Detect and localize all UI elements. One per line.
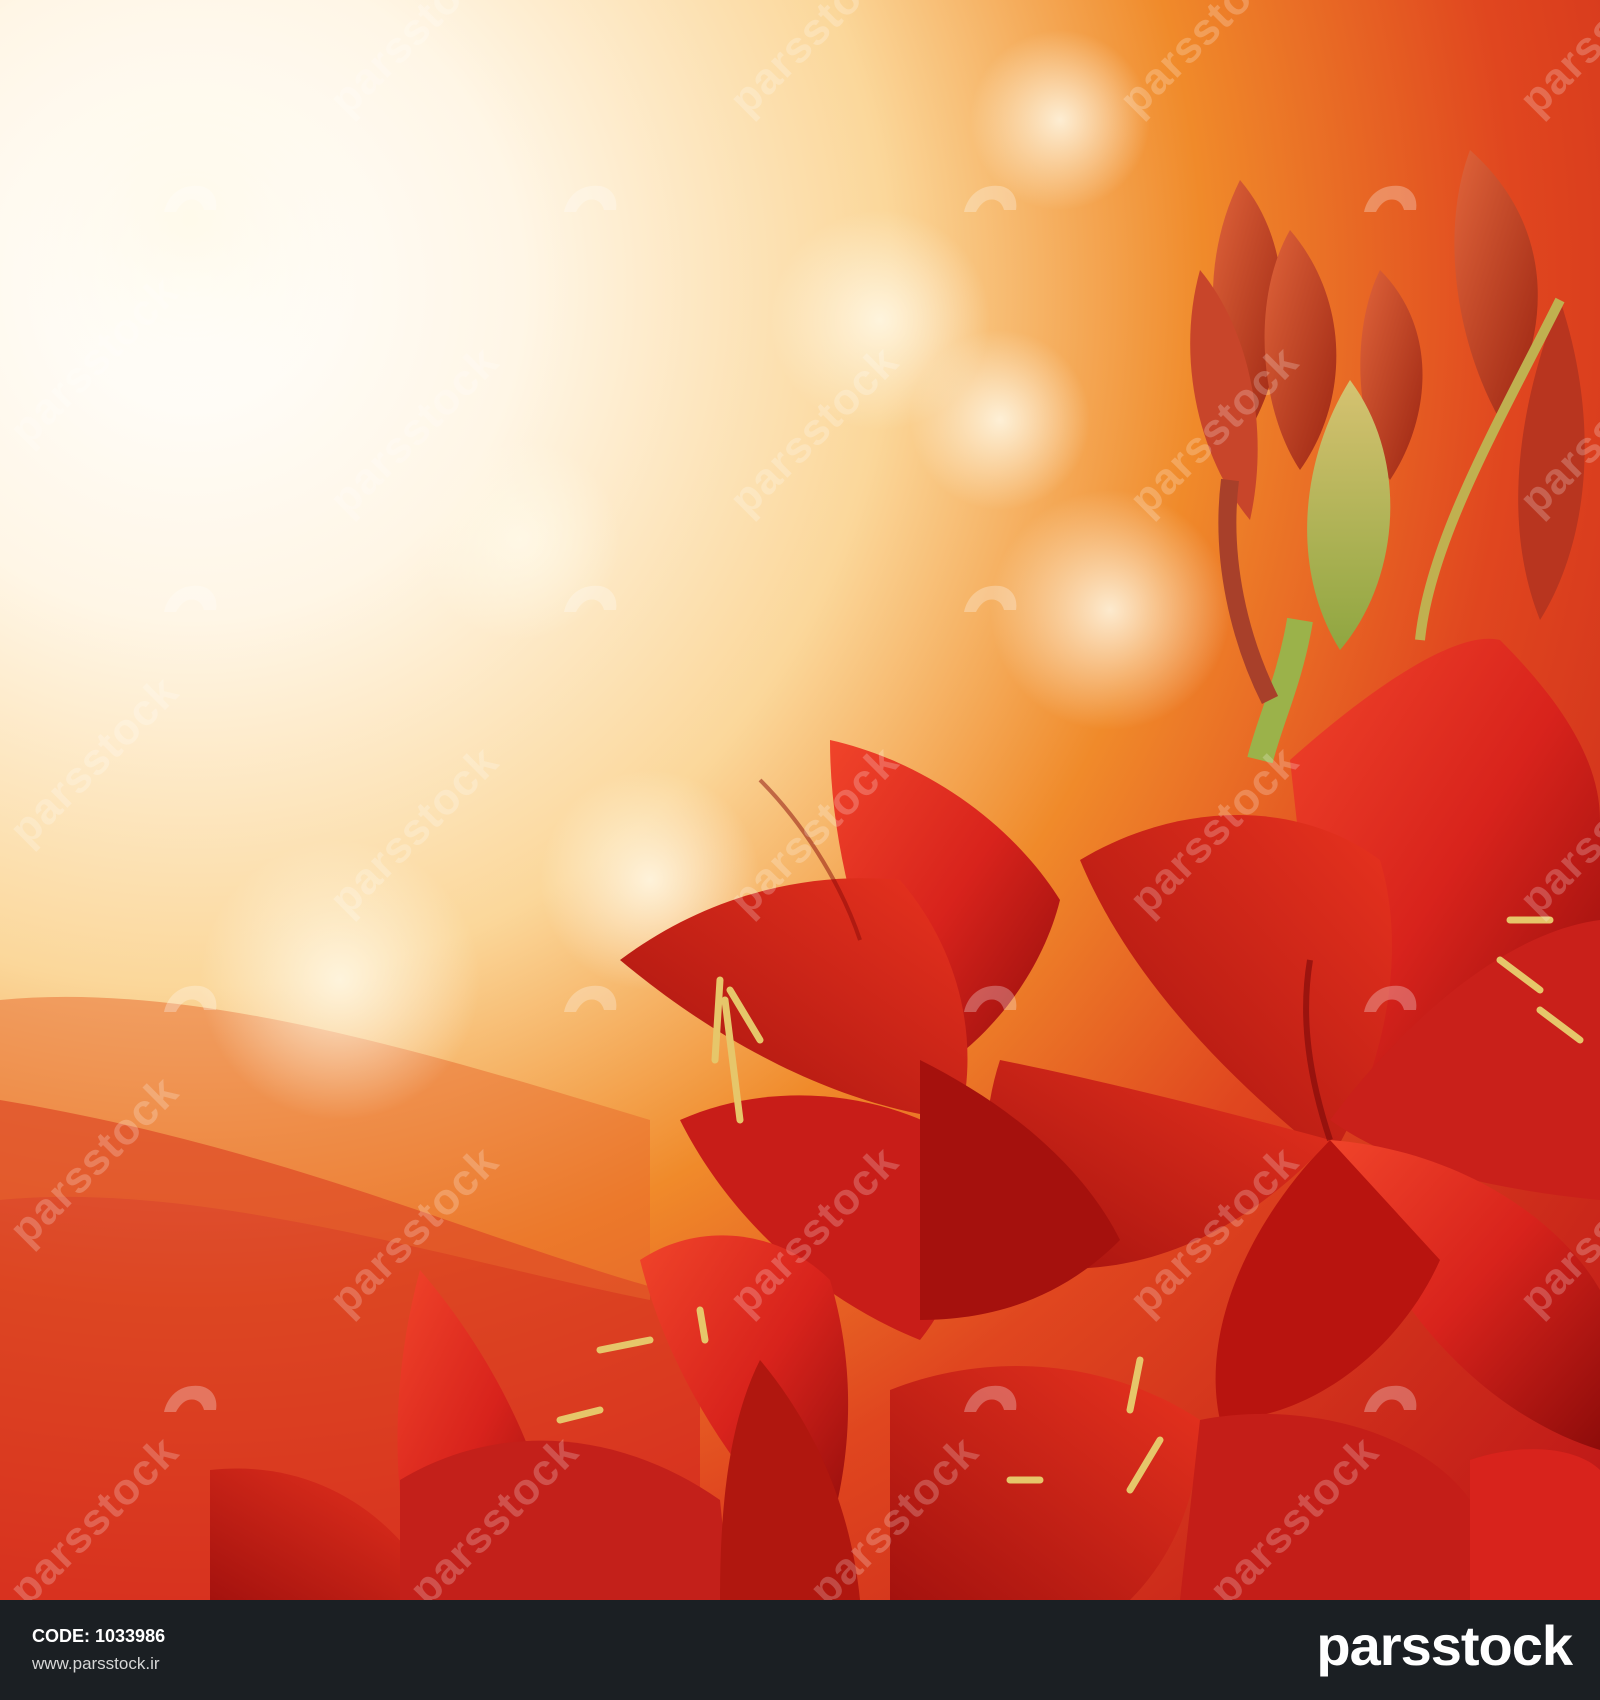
- code-label: CODE:: [32, 1626, 90, 1646]
- footer-bar: CODE: 1033986 www.parsstock.ir parsstock: [0, 1600, 1600, 1700]
- amaryllis-photo: [0, 0, 1600, 1600]
- brand-logo: parsstock: [1316, 1614, 1573, 1677]
- image-code: CODE: 1033986: [32, 1626, 165, 1647]
- website-link[interactable]: www.parsstock.ir: [32, 1654, 160, 1674]
- code-value: 1033986: [95, 1626, 166, 1646]
- stock-photo-page: parsstock parsstock parsstock parsstock …: [0, 0, 1600, 1700]
